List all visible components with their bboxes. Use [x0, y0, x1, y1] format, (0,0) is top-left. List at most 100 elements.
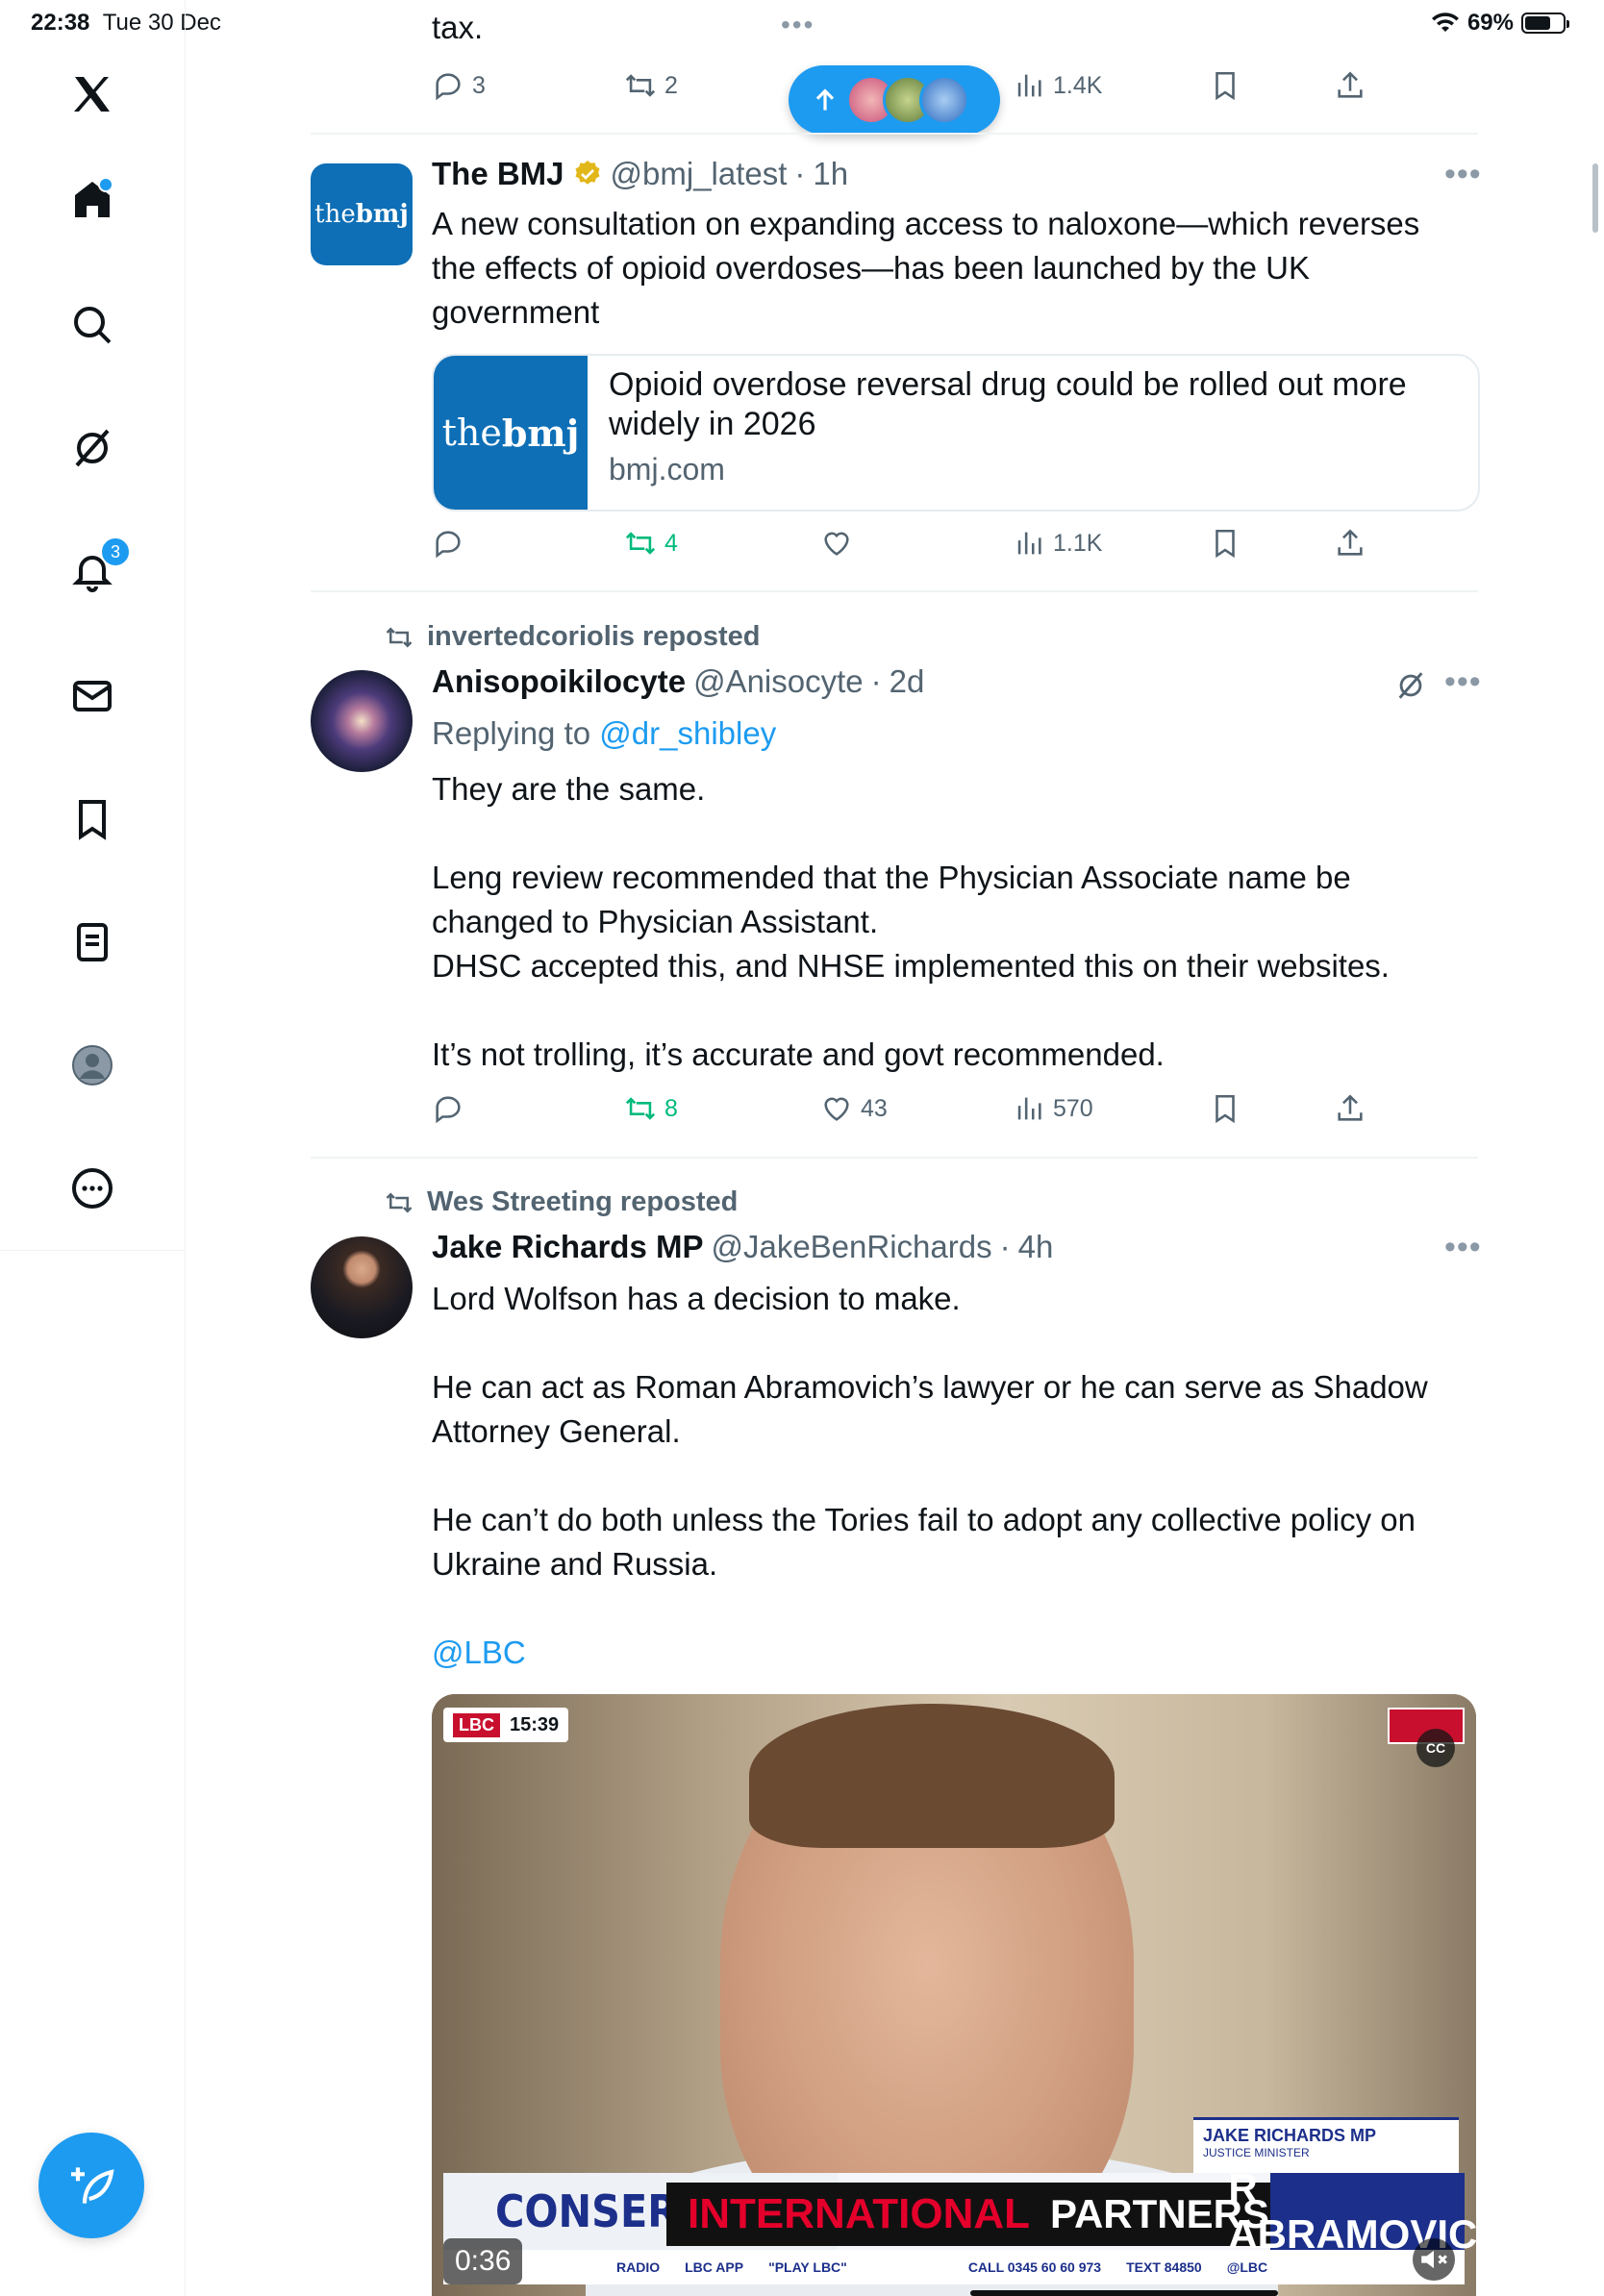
captions-button[interactable]: CC: [1416, 1729, 1455, 1767]
tweet-time[interactable]: 1h: [813, 156, 848, 192]
repost-icon: [625, 1097, 656, 1120]
views-icon: [1017, 1097, 1041, 1120]
ticker-item: LBC APP: [685, 2259, 744, 2275]
bookmarks-icon[interactable]: [65, 792, 119, 846]
repost-icon: [625, 74, 656, 97]
video-frame-hair: [749, 1704, 1115, 1848]
profile-icon[interactable]: [65, 1038, 119, 1092]
author-name[interactable]: Jake Richards MP: [432, 1229, 703, 1265]
views-button[interactable]: 570: [1013, 1092, 1093, 1125]
prev-tweet-text: tax.: [432, 10, 484, 45]
author-handle[interactable]: @Anisocyte: [693, 663, 864, 700]
repost-button[interactable]: 2: [624, 69, 678, 102]
tweet-paragraph: He can act as Roman Abramovich’s lawyer …: [432, 1369, 1428, 1449]
tweet-actions: 4 1.1K: [432, 527, 1432, 565]
x-logo-icon[interactable]: [65, 67, 119, 121]
lists-icon[interactable]: [65, 915, 119, 969]
tweet-time[interactable]: 2d: [890, 663, 925, 700]
more-options-button[interactable]: •••: [1444, 1229, 1482, 1266]
grok-icon[interactable]: [65, 421, 119, 475]
more-options-button[interactable]: •••: [1444, 663, 1482, 701]
card-logo-bold: bmj: [501, 411, 580, 455]
video-duration: 0:36: [443, 2238, 523, 2284]
card-domain: bmj.com: [609, 452, 725, 487]
tweet-divider: [311, 1157, 1478, 1159]
search-icon[interactable]: [65, 298, 119, 352]
repost-context[interactable]: invertedcoriolis reposted: [385, 621, 761, 653]
bookmark-button[interactable]: [1209, 527, 1241, 560]
battery-percent: 69%: [1466, 10, 1514, 36]
tweet-divider: [311, 133, 1478, 135]
tweet-paragraph: Leng review recommended that the Physici…: [432, 860, 1351, 939]
tweet-paragraph: He can’t do both unless the Tories fail …: [432, 1502, 1416, 1582]
lbc-clock-tag: LBC 15:39: [443, 1708, 569, 1742]
reply-icon: [436, 73, 461, 101]
ticker-item: RADIO: [616, 2259, 661, 2275]
grok-icon[interactable]: [1394, 669, 1427, 702]
quill-plus-icon: [71, 2167, 114, 2204]
bmj-logo: the bmj: [434, 356, 588, 510]
compose-post-button[interactable]: [38, 2133, 144, 2238]
more-icon[interactable]: [65, 1161, 119, 1215]
home-unread-dot: [98, 177, 113, 192]
more-options-button[interactable]: •••: [1444, 156, 1482, 193]
mention-link[interactable]: @LBC: [432, 1631, 1470, 1675]
like-button[interactable]: 43: [820, 1092, 888, 1125]
reply-mention-link[interactable]: @dr_shibley: [599, 715, 776, 751]
link-card[interactable]: the bmj Opioid overdose reversal drug cou…: [432, 354, 1480, 512]
author-handle[interactable]: @JakeBenRichards: [711, 1229, 991, 1265]
tweet-text: They are the same. Leng review recommend…: [432, 767, 1470, 1077]
tweet-actions: 8 43 570: [432, 1092, 1432, 1131]
reposted-by-text: Wes Streeting reposted: [427, 1186, 739, 1217]
view-count: 1.1K: [1053, 529, 1103, 557]
avatar[interactable]: [311, 670, 413, 772]
nameplate-name: JAKE RICHARDS MP: [1203, 2126, 1377, 2145]
view-count: 570: [1053, 1094, 1093, 1122]
reply-button[interactable]: [432, 1092, 464, 1125]
share-icon: [1338, 1094, 1363, 1121]
nameplate-title: JUSTICE MINISTER: [1203, 2146, 1310, 2159]
tweet-paragraph: Lord Wolfson has a decision to make.: [432, 1281, 961, 1316]
repost-button[interactable]: 8: [624, 1092, 678, 1125]
broadcast-clock: 15:39: [510, 1713, 560, 1735]
video-player[interactable]: LBC 15:39 CC JAKE RICHARDS MP JUSTICE MI…: [432, 1694, 1476, 2296]
mute-button[interactable]: [1413, 2238, 1455, 2281]
reply-count: 3: [472, 71, 486, 99]
avatar[interactable]: the bmj: [311, 163, 413, 265]
bookmark-button[interactable]: [1209, 1092, 1241, 1125]
avatar[interactable]: [311, 1236, 413, 1338]
status-bar: 22:38 Tue 30 Dec ••• 69%: [0, 0, 1604, 46]
repost-icon: [386, 1191, 413, 1213]
views-icon: [1017, 532, 1041, 555]
new-posts-pill[interactable]: [789, 65, 1000, 135]
author-name[interactable]: Anisopoikilocyte: [432, 663, 686, 700]
like-button[interactable]: [820, 527, 853, 560]
author-handle[interactable]: @bmj_latest: [611, 156, 788, 192]
views-button[interactable]: 1.4K: [1013, 69, 1102, 102]
multitasking-dots[interactable]: •••: [781, 10, 815, 40]
author-name[interactable]: The BMJ: [432, 156, 564, 192]
repost-icon: [625, 532, 656, 555]
share-icon: [1338, 71, 1363, 98]
messages-icon[interactable]: [65, 669, 119, 723]
home-icon[interactable]: [65, 173, 119, 227]
notifications-icon[interactable]: 3: [65, 537, 131, 598]
card-title: Opioid overdose reversal drug could be r…: [609, 366, 1407, 442]
reply-button[interactable]: [432, 527, 464, 560]
share-button[interactable]: [1334, 1092, 1366, 1125]
share-button[interactable]: [1334, 69, 1366, 102]
tweet-paragraph: They are the same.: [432, 771, 706, 807]
sidebar-divider: [0, 1250, 185, 1251]
vertical-scrollbar[interactable]: [1592, 163, 1598, 233]
tweet-text: A new consultation on expanding access t…: [432, 206, 1420, 330]
repost-context[interactable]: Wes Streeting reposted: [385, 1186, 738, 1218]
wifi-icon: [1431, 12, 1459, 33]
views-button[interactable]: 1.1K: [1013, 527, 1102, 560]
bookmark-button[interactable]: [1209, 69, 1241, 102]
reply-button[interactable]: 3: [432, 69, 486, 102]
repost-button[interactable]: 4: [624, 527, 678, 560]
lbc-ticker: RADIO LBC APP "PLAY LBC" CALL 0345 60 60…: [443, 2250, 1465, 2284]
share-button[interactable]: [1334, 527, 1366, 560]
tweet-time[interactable]: 4h: [1018, 1229, 1054, 1265]
repost-count: 8: [664, 1094, 678, 1122]
